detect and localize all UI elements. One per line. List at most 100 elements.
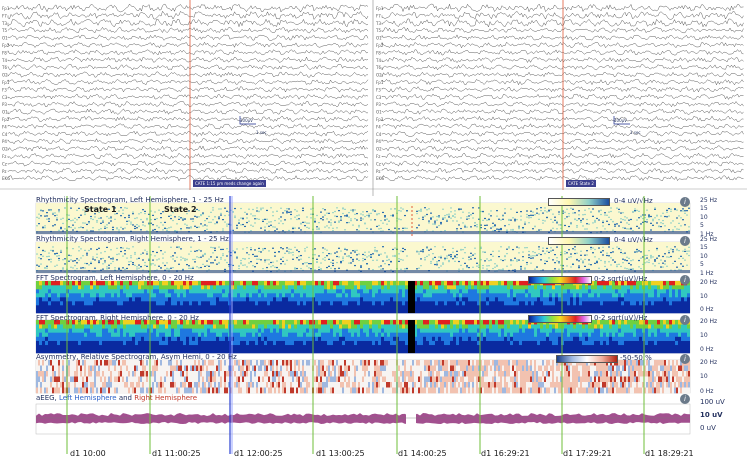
spectro-cell (62, 217, 64, 219)
spectro-cell (648, 301, 651, 306)
spectro-cell (492, 297, 495, 302)
spectro-cell (591, 309, 594, 314)
spectro-cell (330, 340, 333, 346)
spectro-cell (450, 340, 453, 346)
spectro-cell (70, 266, 72, 268)
spectro-cell (300, 285, 303, 290)
spectro-cell (366, 309, 369, 314)
spectro-cell (270, 293, 273, 298)
spectro-cell (345, 344, 348, 350)
spectro-cell (310, 268, 312, 270)
spectro-cell (504, 259, 506, 261)
spectro-cell (584, 228, 586, 230)
spectro-cell (363, 320, 366, 325)
spectro-cell (333, 309, 336, 314)
spectro-cell (183, 336, 186, 341)
spectro-cell (255, 293, 258, 298)
spectro-cell (321, 289, 324, 294)
spectro-cell (488, 218, 490, 220)
spectro-cell (273, 301, 276, 306)
spectro-cell (122, 267, 124, 269)
spectro-cell (111, 297, 114, 302)
spectro-cell (387, 305, 390, 310)
spectro-cell (464, 252, 466, 254)
spectro-cell (342, 344, 345, 350)
eeg-trace (7, 152, 369, 159)
spectro-cell (162, 262, 164, 264)
spectro-cell (550, 218, 552, 220)
spectro-cell (78, 301, 81, 306)
spectro-cell (162, 297, 165, 302)
eeg-trace (7, 108, 369, 115)
spectro-cell (174, 297, 177, 302)
event-note-right[interactable]: CATE State 2 (566, 180, 596, 187)
spectro-cell (189, 285, 192, 290)
spectro-cell (276, 348, 279, 354)
spectro-cell (240, 320, 243, 325)
spectro-cell (378, 285, 381, 290)
spectro-cell (438, 340, 441, 346)
spectro-cell (543, 293, 546, 298)
spectro-cell (170, 217, 172, 220)
spectro-cell (180, 259, 182, 261)
spectro-cell (102, 219, 104, 222)
spectro-cell (384, 285, 387, 290)
spectro-cell (288, 293, 291, 298)
spectro-cell (546, 297, 549, 302)
spectro-cell (579, 301, 582, 306)
spectro-cell (270, 301, 273, 306)
spectro-cell (188, 253, 190, 255)
eeg-waveform-pane[interactable]: Fp1 F7 T3 T5 O1 Fp2 F8 T4 T6 O2 Fp1 F3 C3 P3 O1 Fp2 F4 C4… (0, 0, 747, 196)
spectro-cell (402, 250, 404, 253)
spectro-cell (651, 301, 654, 306)
spectro-cell (432, 216, 434, 218)
spectro-cell (426, 255, 428, 258)
spectro-cell (162, 336, 165, 341)
spectro-cell (687, 309, 690, 314)
spectro-cell (650, 254, 652, 257)
spectro-cell (588, 263, 590, 265)
spectro-cell (44, 215, 46, 217)
spectro-cell (153, 328, 156, 333)
spectro-cell (222, 281, 225, 286)
spectro-cell (627, 293, 630, 298)
spectro-cell (180, 344, 183, 350)
spectro-cell (348, 348, 351, 354)
spectro-cell (596, 217, 598, 220)
spectro-cell (144, 344, 147, 350)
spectro-cell (684, 289, 687, 294)
spectro-cell (366, 285, 369, 290)
spectro-cell (212, 219, 214, 221)
spectro-cell (522, 293, 525, 298)
spectro-cell (588, 305, 591, 310)
spectro-cell (81, 305, 84, 310)
spectro-cell (327, 289, 330, 294)
spectro-cell (540, 305, 543, 310)
spectro-cell (399, 293, 402, 298)
spectro-cell (626, 268, 628, 270)
spectro-cell (249, 324, 252, 329)
spectro-cell (342, 305, 345, 310)
spectro-cell (348, 332, 351, 337)
spectro-cell (531, 305, 534, 310)
spectro-cell (600, 297, 603, 302)
spectro-cell (237, 340, 240, 346)
spectro-cell (272, 215, 274, 217)
spectro-cell (432, 336, 435, 341)
spectro-cell (678, 301, 681, 306)
spectro-cell (285, 344, 288, 350)
spectro-cell (327, 281, 330, 286)
spectro-cell (506, 248, 508, 250)
spectro-cell (360, 328, 363, 333)
spectro-cell (600, 251, 602, 253)
spectro-cell (267, 340, 270, 346)
spectro-cell (440, 257, 442, 259)
spectro-cell (210, 289, 213, 294)
spectro-cell (666, 281, 669, 286)
spectro-cell (288, 297, 291, 302)
spectro-cell (292, 226, 294, 229)
event-note-left[interactable]: CATE 1:15 pm meds change again (193, 180, 266, 187)
spectro-cell (309, 332, 312, 337)
spectro-cell (594, 297, 597, 302)
spectro-cell (168, 305, 171, 310)
